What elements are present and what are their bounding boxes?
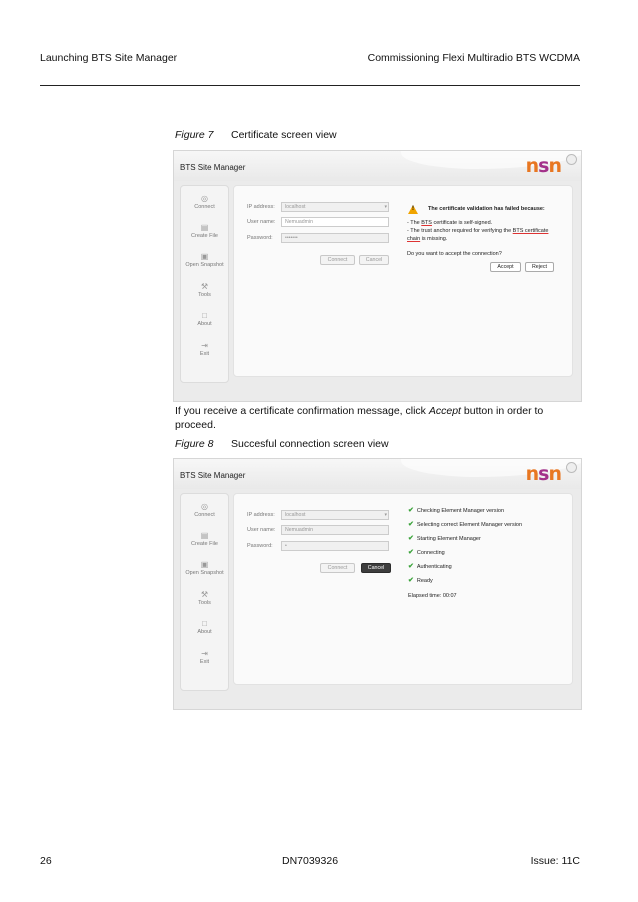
password-field[interactable]: • bbox=[281, 541, 389, 551]
nsn-logo: nsn bbox=[525, 463, 562, 485]
user-name-field[interactable]: Nemuadmin bbox=[281, 525, 389, 535]
sidebar-item-connect[interactable]: ◎ Connect bbox=[181, 194, 228, 210]
connect-button[interactable]: Connect bbox=[320, 563, 355, 573]
figure-8-caption: Figure 8 Succesful connection screen view bbox=[175, 438, 389, 450]
accept-button[interactable]: Accept bbox=[490, 262, 521, 272]
create-file-icon: ▤ bbox=[200, 223, 209, 232]
connect-button[interactable]: Connect bbox=[320, 255, 355, 265]
cancel-button[interactable]: Cancel bbox=[361, 563, 391, 573]
exit-icon: ⇥ bbox=[201, 341, 208, 350]
nsn-logo: nsn bbox=[525, 155, 562, 177]
certificate-screenshot: BTS Site Manager nsn ◎ Connect ▤ Create Fi… bbox=[173, 150, 582, 402]
tools-icon: ⚒ bbox=[200, 282, 209, 291]
sidebar: ◎ Connect ▤ Create File ▣ Open Snapshot ⚒ To… bbox=[180, 185, 229, 383]
check-icon: ✔ bbox=[408, 521, 414, 528]
step-item: ✔ Connecting bbox=[408, 549, 445, 556]
warning-title: The certificate validation has failed be… bbox=[428, 206, 545, 212]
create-file-icon: ▤ bbox=[200, 531, 209, 540]
step-item: ✔ Checking Element Manager version bbox=[408, 507, 505, 514]
cancel-button[interactable]: Cancel bbox=[359, 255, 389, 265]
issue-number: Issue: 11C bbox=[530, 855, 580, 867]
warning-line-2: - The trust anchor required for verifyin… bbox=[407, 228, 549, 234]
chevron-down-icon[interactable]: ▾ bbox=[384, 204, 387, 210]
connect-icon: ◎ bbox=[201, 194, 208, 203]
exit-icon: ⇥ bbox=[201, 649, 208, 658]
password-label: Password: bbox=[247, 235, 273, 241]
check-icon: ✔ bbox=[408, 549, 414, 556]
app-title: BTS Site Manager bbox=[180, 163, 246, 172]
page-number: 26 bbox=[40, 855, 52, 867]
instruction-paragraph: If you receive a certificate confirmatio… bbox=[175, 405, 544, 431]
chevron-down-icon[interactable]: ▾ bbox=[384, 512, 387, 518]
document-number: DN7039326 bbox=[282, 855, 339, 867]
sidebar-item-exit[interactable]: ⇥ Exit bbox=[181, 341, 228, 357]
running-header-right: Commissioning Flexi Multiradio BTS WCDMA bbox=[367, 52, 580, 64]
user-name-field[interactable]: Nemuadmin bbox=[281, 217, 389, 227]
sidebar-item-connect[interactable]: ◎ Connect bbox=[181, 502, 228, 518]
app-title: BTS Site Manager bbox=[180, 471, 246, 480]
ip-address-field[interactable]: localhost ▾ bbox=[281, 510, 389, 520]
sidebar-item-about[interactable]: □ About bbox=[181, 311, 228, 327]
sidebar-item-tools[interactable]: ⚒ Tools bbox=[181, 282, 228, 298]
close-icon[interactable] bbox=[566, 154, 577, 165]
check-icon: ✔ bbox=[408, 563, 414, 570]
figure-7-number: Figure 7 bbox=[175, 129, 214, 141]
warning-line-1: - The BTS certificate is self-signed. bbox=[407, 220, 493, 226]
main-panel: IP address: localhost ▾ User name: Nemuad… bbox=[233, 493, 573, 685]
sidebar-item-exit[interactable]: ⇥ Exit bbox=[181, 649, 228, 665]
close-icon[interactable] bbox=[566, 462, 577, 473]
sidebar-item-tools[interactable]: ⚒ Tools bbox=[181, 590, 228, 606]
step-item: ✔ Authenticating bbox=[408, 563, 452, 570]
step-item: ✔ Starting Element Manager bbox=[408, 535, 481, 542]
main-panel: IP address: localhost ▾ User name: Nemuad… bbox=[233, 185, 573, 377]
figure-8-title: Succesful connection screen view bbox=[231, 438, 389, 450]
sidebar-item-open-snapshot[interactable]: ▣ Open Snapshot bbox=[181, 252, 228, 268]
sidebar-item-create-file[interactable]: ▤ Create File bbox=[181, 223, 228, 239]
sidebar-item-create-file[interactable]: ▤ Create File bbox=[181, 531, 228, 547]
connection-screenshot: BTS Site Manager nsn ◎ Connect ▤ Create Fi… bbox=[173, 458, 582, 710]
ip-address-label: IP address: bbox=[247, 512, 275, 518]
tools-icon: ⚒ bbox=[200, 590, 209, 599]
user-name-label: User name: bbox=[247, 527, 276, 533]
sidebar-item-open-snapshot[interactable]: ▣ Open Snapshot bbox=[181, 560, 228, 576]
sidebar: ◎ Connect ▤ Create File ▣ Open Snapshot ⚒ To… bbox=[180, 493, 229, 691]
sidebar-item-about[interactable]: □ About bbox=[181, 619, 228, 635]
check-icon: ✔ bbox=[408, 507, 414, 514]
password-field[interactable]: ••••••• bbox=[281, 233, 389, 243]
reject-button[interactable]: Reject bbox=[525, 262, 554, 272]
connect-icon: ◎ bbox=[201, 502, 208, 511]
about-icon: □ bbox=[202, 619, 207, 628]
accept-question: Do you want to accept the connection? bbox=[407, 251, 502, 257]
check-icon: ✔ bbox=[408, 577, 414, 584]
password-label: Password: bbox=[247, 543, 273, 549]
open-snapshot-icon: ▣ bbox=[200, 560, 209, 569]
step-item: ✔ Selecting correct Element Manager versi… bbox=[408, 521, 523, 528]
elapsed-time: Elapsed time: 00:07 bbox=[408, 593, 457, 599]
open-snapshot-icon: ▣ bbox=[200, 252, 209, 261]
check-icon: ✔ bbox=[408, 535, 414, 542]
user-name-label: User name: bbox=[247, 219, 276, 225]
running-header-left: Launching BTS Site Manager bbox=[40, 52, 178, 64]
warning-line-3: chain is missing. bbox=[407, 236, 448, 242]
figure-7-title: Certificate screen view bbox=[231, 129, 337, 141]
ip-address-label: IP address: bbox=[247, 204, 275, 210]
about-icon: □ bbox=[202, 311, 207, 320]
figure-8-number: Figure 8 bbox=[175, 438, 214, 450]
step-item: ✔ Ready bbox=[408, 577, 433, 584]
header-rule bbox=[40, 85, 580, 86]
figure-7-caption: Figure 7 Certificate screen view bbox=[175, 129, 337, 141]
ip-address-field[interactable]: localhost ▾ bbox=[281, 202, 389, 212]
